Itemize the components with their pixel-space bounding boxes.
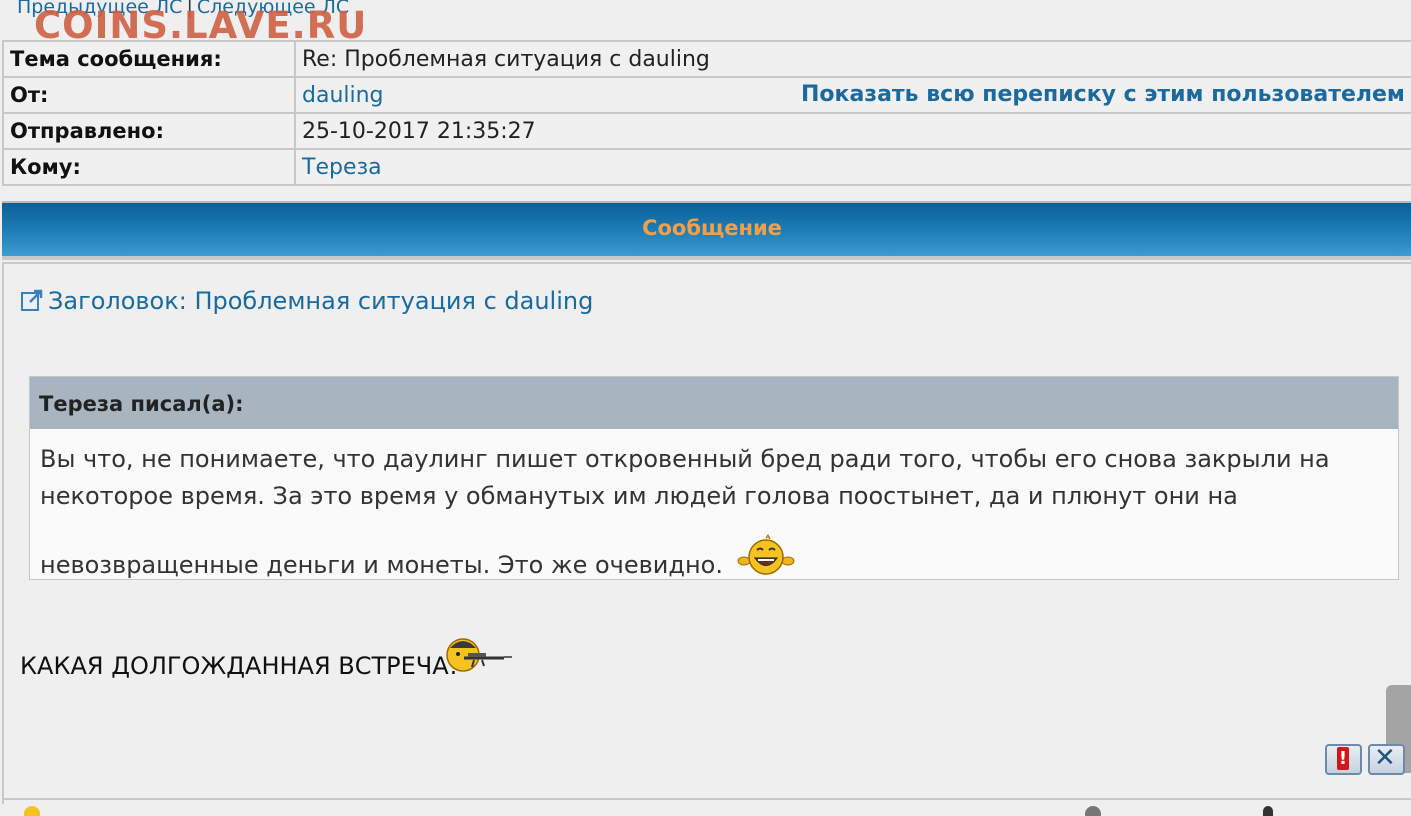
to-user-link[interactable]: Тереза	[302, 155, 382, 180]
message-band-title: Сообщение	[642, 216, 782, 240]
report-button[interactable]: !	[1325, 744, 1362, 775]
laughing-smiley-icon	[737, 534, 795, 575]
from-row: От: dauling Показать всю переписку с эти…	[2, 76, 1411, 114]
edit-icon	[1263, 806, 1273, 816]
quote-block: Тереза писал(а): Вы что, не понимаете, ч…	[29, 376, 1399, 580]
profile-icon	[1085, 806, 1101, 816]
to-row: Кому: Тереза	[2, 148, 1411, 186]
sniper-smiley-icon	[446, 638, 512, 672]
reply-text: КАКАЯ ДОЛГОЖДАННАЯ ВСТРЕЧА!	[20, 652, 459, 680]
user-icon	[24, 806, 40, 816]
subject-row: Тема сообщения: Re: Проблемная ситуация …	[2, 40, 1411, 78]
to-label: Кому:	[2, 148, 296, 186]
message-header-band: Сообщение	[2, 201, 1411, 260]
quote-text: Вы что, не понимаете, что даулинг пишет …	[30, 429, 1398, 584]
quote-line-3: невозвращенные деньги и монеты. Это же о…	[40, 551, 723, 579]
sent-value: 25-10-2017 21:35:27	[294, 112, 1411, 150]
sent-label: Отправлено:	[2, 112, 296, 150]
from-cell: dauling Показать всю переписку с этим по…	[294, 76, 1411, 114]
message-title-text: Заголовок: Проблемная ситуация с dauling	[48, 287, 594, 315]
pm-header-table: Тема сообщения: Re: Проблемная ситуация …	[2, 40, 1411, 186]
quote-line-1: Вы что, не понимаете, что даулинг пишет …	[40, 445, 1330, 473]
close-icon: ✕	[1374, 743, 1396, 773]
subject-label: Тема сообщения:	[2, 40, 296, 78]
external-link-icon	[21, 289, 43, 311]
exclamation-icon: !	[1337, 747, 1349, 770]
from-user-link[interactable]: dauling	[302, 83, 384, 108]
sent-row: Отправлено: 25-10-2017 21:35:27	[2, 112, 1411, 150]
quote-line-2: некоторое время. За это время у обмануты…	[40, 482, 1238, 510]
show-all-conversation-link[interactable]: Показать всю переписку с этим пользовате…	[801, 82, 1405, 107]
from-label: От:	[2, 76, 296, 114]
subject-value: Re: Проблемная ситуация с dauling	[294, 40, 1411, 78]
message-title[interactable]: Заголовок: Проблемная ситуация с dauling	[20, 287, 593, 315]
to-cell: Тереза	[294, 148, 1411, 186]
bottom-divider	[2, 798, 1411, 800]
delete-button[interactable]: ✕	[1368, 743, 1405, 775]
quote-line-3-wrap: невозвращенные деньги и монеты. Это же о…	[40, 533, 1388, 584]
quote-author: Тереза писал(а):	[30, 377, 1398, 429]
